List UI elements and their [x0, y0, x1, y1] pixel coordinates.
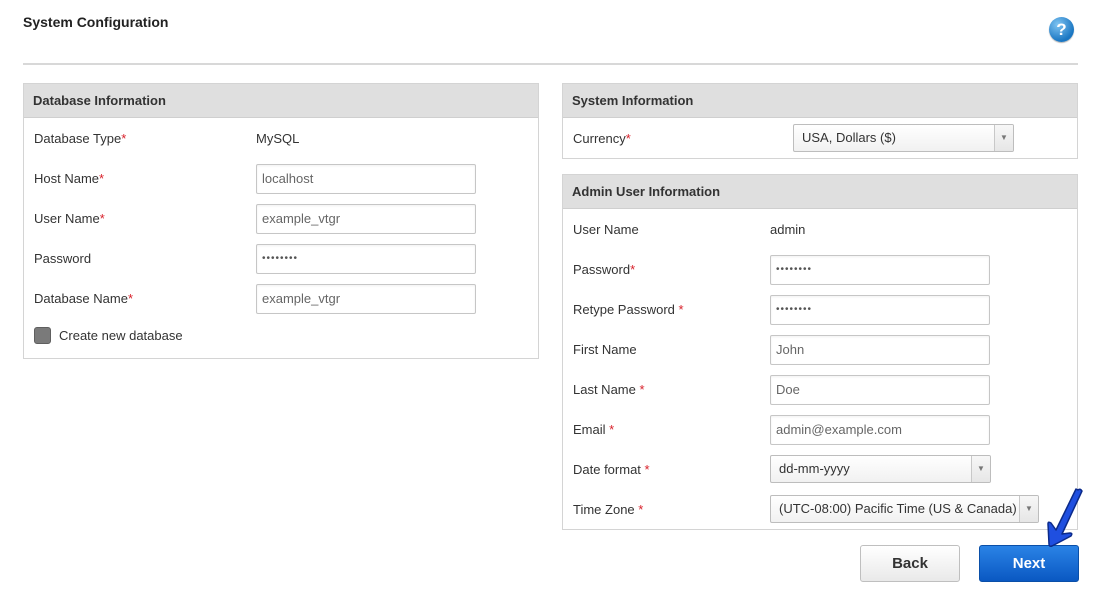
database-info-panel: Database Information Database Type* MySQ… [23, 83, 539, 359]
first-name-row: First Name John [563, 335, 1077, 365]
next-button[interactable]: Next [979, 545, 1079, 582]
system-info-header: System Information [563, 84, 1077, 118]
chevron-down-icon: ▼ [1019, 496, 1038, 522]
database-type-value: MySQL [256, 131, 300, 146]
database-name-row: Database Name* example_vtgr [24, 284, 538, 314]
database-name-input[interactable]: example_vtgr [256, 284, 476, 314]
pointer-arrow-icon [1047, 488, 1083, 547]
database-type-label: Database Type* [34, 131, 127, 146]
email-input[interactable]: admin@example.com [770, 415, 990, 445]
retype-password-input[interactable]: •••••••• [770, 295, 990, 325]
help-icon[interactable]: ? [1049, 17, 1074, 42]
admin-username-label: User Name [573, 222, 639, 237]
back-button[interactable]: Back [860, 545, 960, 582]
title-divider [23, 63, 1078, 65]
create-database-row: Create new database [24, 321, 538, 351]
db-user-name-label: User Name* [34, 211, 105, 226]
currency-select-value: USA, Dollars ($) [802, 130, 896, 145]
time-zone-row: Time Zone * (UTC-08:00) Pacific Time (US… [563, 495, 1077, 525]
last-name-input[interactable]: Doe [770, 375, 990, 405]
email-row: Email * admin@example.com [563, 415, 1077, 445]
first-name-label: First Name [573, 342, 637, 357]
admin-password-row: Password* •••••••• [563, 255, 1077, 285]
database-type-row: Database Type* MySQL [24, 124, 538, 154]
admin-info-panel: Admin User Information User Name admin P… [562, 174, 1078, 530]
page-title: System Configuration [23, 14, 169, 30]
system-info-panel: System Information Currency* USA, Dollar… [562, 83, 1078, 159]
db-user-name-input[interactable]: example_vtgr [256, 204, 476, 234]
admin-username-row: User Name admin [563, 215, 1077, 245]
admin-password-label: Password* [573, 262, 636, 277]
last-name-label: Last Name * [573, 382, 645, 397]
host-name-row: Host Name* localhost [24, 164, 538, 194]
database-info-header: Database Information [24, 84, 538, 118]
email-label: Email * [573, 422, 615, 437]
date-format-label: Date format * [573, 462, 650, 477]
first-name-input[interactable]: John [770, 335, 990, 365]
date-format-select[interactable]: dd-mm-yyyy ▼ [770, 455, 991, 483]
currency-label: Currency* [573, 131, 631, 146]
date-format-row: Date format * dd-mm-yyyy ▼ [563, 455, 1077, 485]
admin-info-header: Admin User Information [563, 175, 1077, 209]
last-name-row: Last Name * Doe [563, 375, 1077, 405]
admin-username-value: admin [770, 222, 806, 237]
host-name-label: Host Name* [34, 171, 105, 186]
retype-password-row: Retype Password * •••••••• [563, 295, 1077, 325]
db-password-input[interactable]: •••••••• [256, 244, 476, 274]
create-database-checkbox[interactable] [34, 327, 51, 344]
db-user-name-row: User Name* example_vtgr [24, 204, 538, 234]
host-name-input[interactable]: localhost [256, 164, 476, 194]
database-name-label: Database Name* [34, 291, 134, 306]
time-zone-select-value: (UTC-08:00) Pacific Time (US & Canada) [779, 501, 1017, 516]
date-format-select-value: dd-mm-yyyy [779, 461, 850, 476]
chevron-down-icon: ▼ [971, 456, 990, 482]
time-zone-label: Time Zone * [573, 502, 644, 517]
db-password-label: Password [34, 251, 92, 266]
currency-row: Currency* USA, Dollars ($) ▼ [563, 124, 1077, 154]
chevron-down-icon: ▼ [994, 125, 1013, 151]
currency-select[interactable]: USA, Dollars ($) ▼ [793, 124, 1014, 152]
retype-password-label: Retype Password * [573, 302, 684, 317]
db-password-row: Password •••••••• [24, 244, 538, 274]
time-zone-select[interactable]: (UTC-08:00) Pacific Time (US & Canada) ▼ [770, 495, 1039, 523]
admin-password-input[interactable]: •••••••• [770, 255, 990, 285]
create-database-label[interactable]: Create new database [59, 321, 183, 351]
